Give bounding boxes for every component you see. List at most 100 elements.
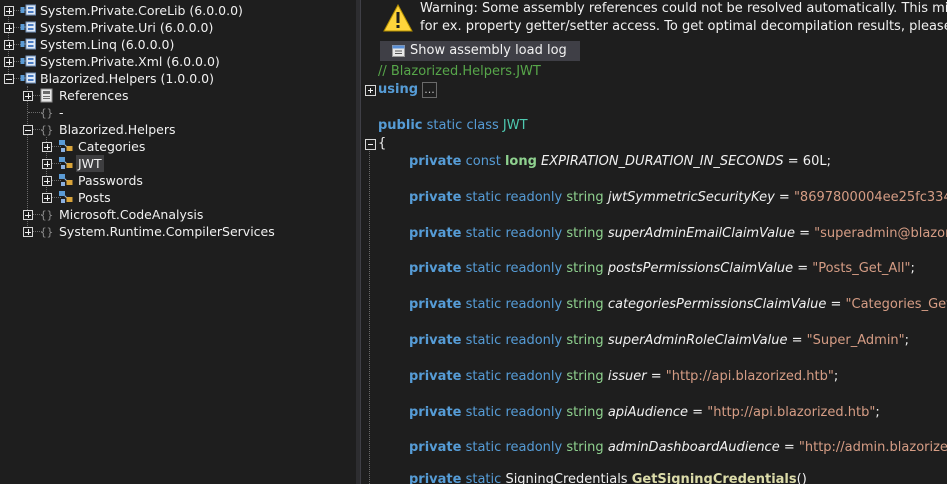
field-name[interactable]: superAdminEmailClaimValue	[608, 226, 795, 241]
assembly-tree[interactable]: System.Private.CoreLib (6.0.0.0) System.P…	[0, 0, 356, 484]
tree-item[interactable]: JWT	[0, 155, 356, 172]
field-name[interactable]: postsPermissionsClaimValue	[608, 261, 793, 276]
tree-item-label[interactable]: References	[57, 87, 130, 104]
assembly-icon	[20, 54, 36, 69]
readonly-keyword: readonly	[505, 261, 563, 277]
field-name[interactable]: adminDashboardAudience	[608, 440, 780, 455]
expand-toggle[interactable]	[23, 210, 33, 220]
expand-toggle[interactable]	[4, 57, 14, 67]
expand-toggle[interactable]	[42, 193, 52, 203]
return-type[interactable]: SigningCredentials	[505, 472, 627, 484]
expand-toggle[interactable]	[23, 91, 33, 101]
field-value: "Posts_Get_All"	[812, 261, 911, 277]
tree-item[interactable]: {} System.Runtime.CompilerServices	[0, 223, 356, 240]
collapse-toggle[interactable]	[4, 74, 14, 84]
readonly-keyword: readonly	[505, 189, 563, 205]
code-comment: // Blazorized.Helpers.JWT	[378, 64, 541, 79]
namespace-icon: {}	[39, 207, 55, 222]
field-value: "http://api.blazorized.htb"	[707, 404, 876, 420]
tree-item[interactable]: {} Blazorized.Helpers	[0, 121, 356, 138]
readonly-keyword: readonly	[505, 368, 563, 384]
field-declaration: private static readonly string superAdmi…	[409, 332, 909, 350]
expand-toggle[interactable]	[42, 142, 52, 152]
using-keyword: using	[378, 82, 419, 97]
assignment-operator: =	[787, 333, 807, 348]
field-name[interactable]: issuer	[608, 369, 647, 384]
expand-toggle[interactable]	[4, 6, 14, 16]
field-value: "http://api.blazorized.htb"	[665, 368, 834, 384]
class-icon	[58, 173, 74, 188]
tree-item-label[interactable]: System.Private.CoreLib (6.0.0.0)	[38, 2, 245, 19]
svg-text:{}: {}	[40, 209, 53, 222]
static-keyword: static	[465, 440, 502, 456]
tree-item[interactable]: System.Linq (6.0.0.0)	[0, 36, 356, 53]
expand-using-toggle[interactable]	[365, 85, 376, 96]
show-load-log-label: Show assembly load log	[410, 43, 567, 58]
using-collapsed-ellipsis[interactable]: ...	[422, 82, 437, 98]
field-name[interactable]: apiAudience	[608, 405, 688, 420]
expand-toggle[interactable]	[23, 227, 33, 237]
readonly-keyword: readonly	[505, 297, 563, 313]
private-keyword: private	[409, 297, 462, 313]
field-type: string	[566, 297, 604, 313]
tree-item[interactable]: {} Microsoft.CodeAnalysis	[0, 206, 356, 223]
static-keyword: static	[465, 472, 502, 484]
expand-toggle[interactable]	[4, 23, 14, 33]
field-value: "Categories_Get_All"	[845, 297, 947, 313]
semicolon: ;	[875, 404, 880, 420]
expand-toggle[interactable]	[42, 159, 52, 169]
field-declaration: private static readonly string jwtSymmet…	[409, 189, 947, 207]
tree-item-label[interactable]: Posts	[76, 189, 113, 206]
decompiled-code-view[interactable]: Warning: Some assembly references could …	[361, 0, 947, 484]
tree-item[interactable]: Posts	[0, 189, 356, 206]
static-keyword: static	[465, 225, 502, 241]
private-keyword: private	[409, 333, 462, 348]
expand-toggle[interactable]	[42, 176, 52, 186]
field-name[interactable]: jwtSymmetricSecurityKey	[608, 190, 775, 205]
tree-item-label[interactable]: System.Private.Uri (6.0.0.0)	[38, 19, 215, 36]
tree-item-label[interactable]: -	[57, 104, 66, 121]
field-name[interactable]: superAdminRoleClaimValue	[608, 333, 788, 348]
method-name[interactable]: GetSigningCredentials	[632, 472, 797, 484]
field-value: "superadmin@blazorized.htb"	[814, 225, 947, 241]
tree-item[interactable]: Blazorized.Helpers (1.0.0.0)	[0, 70, 356, 87]
field-type: string	[566, 189, 604, 205]
class-icon	[58, 190, 74, 205]
tree-item-label[interactable]: System.Linq (6.0.0.0)	[38, 36, 176, 53]
tree-item-label[interactable]: Passwords	[76, 172, 145, 189]
collapse-class-toggle[interactable]	[365, 139, 376, 150]
svg-text:{}: {}	[40, 124, 53, 137]
tree-item[interactable]: {} -	[0, 104, 356, 121]
readonly-keyword: readonly	[505, 404, 563, 420]
collapse-toggle[interactable]	[23, 125, 33, 135]
tree-item-label[interactable]: System.Runtime.CompilerServices	[57, 223, 277, 240]
assignment-operator: =	[783, 154, 803, 169]
tree-item-label[interactable]: Microsoft.CodeAnalysis	[57, 206, 205, 223]
field-name[interactable]: EXPIRATION_DURATION_IN_SECONDS	[541, 154, 784, 169]
tree-item[interactable]: System.Private.Xml (6.0.0.0)	[0, 53, 356, 70]
fold-guide-line	[369, 151, 370, 484]
field-declaration: private static readonly string issuer = …	[409, 368, 838, 386]
tree-item[interactable]: Categories	[0, 138, 356, 155]
private-keyword: private	[409, 440, 462, 456]
tree-item-label[interactable]: Blazorized.Helpers (1.0.0.0)	[38, 70, 216, 87]
tree-item-label[interactable]: JWT	[76, 155, 104, 172]
tree-item[interactable]: System.Private.Uri (6.0.0.0)	[0, 19, 356, 36]
assignment-operator: =	[826, 297, 846, 313]
field-name[interactable]: categoriesPermissionsClaimValue	[608, 297, 827, 312]
assignment-operator: =	[779, 440, 799, 456]
tree-item-label[interactable]: Categories	[76, 138, 147, 155]
field-declaration: private const long EXPIRATION_DURATION_I…	[409, 153, 831, 171]
show-load-log-button[interactable]: Show assembly load log	[380, 41, 580, 61]
tree-item-label[interactable]: Blazorized.Helpers	[57, 121, 178, 138]
tree-item[interactable]: Passwords	[0, 172, 356, 189]
field-declaration: private static readonly string postsPerm…	[409, 260, 915, 278]
tree-item[interactable]: System.Private.CoreLib (6.0.0.0)	[0, 2, 356, 19]
field-type: string	[566, 261, 604, 277]
static-keyword: static	[465, 404, 502, 420]
expand-toggle[interactable]	[4, 40, 14, 50]
tree-item[interactable]: References	[0, 87, 356, 104]
class-name[interactable]: JWT	[503, 118, 528, 133]
field-value: 60L	[802, 154, 827, 169]
tree-item-label[interactable]: System.Private.Xml (6.0.0.0)	[38, 53, 222, 70]
